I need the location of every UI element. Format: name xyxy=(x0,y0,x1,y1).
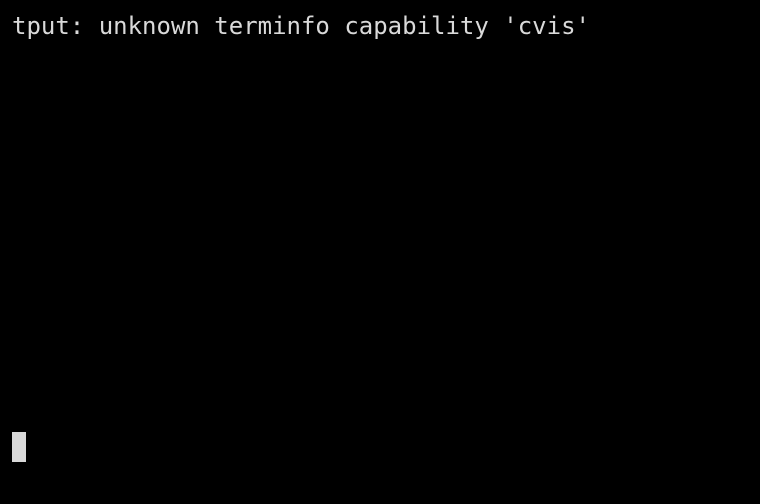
terminal-window[interactable]: tput: unknown terminfo capability 'cvis' xyxy=(0,0,760,504)
text-cursor xyxy=(12,432,26,462)
terminal-output-line: tput: unknown terminfo capability 'cvis' xyxy=(12,12,590,40)
